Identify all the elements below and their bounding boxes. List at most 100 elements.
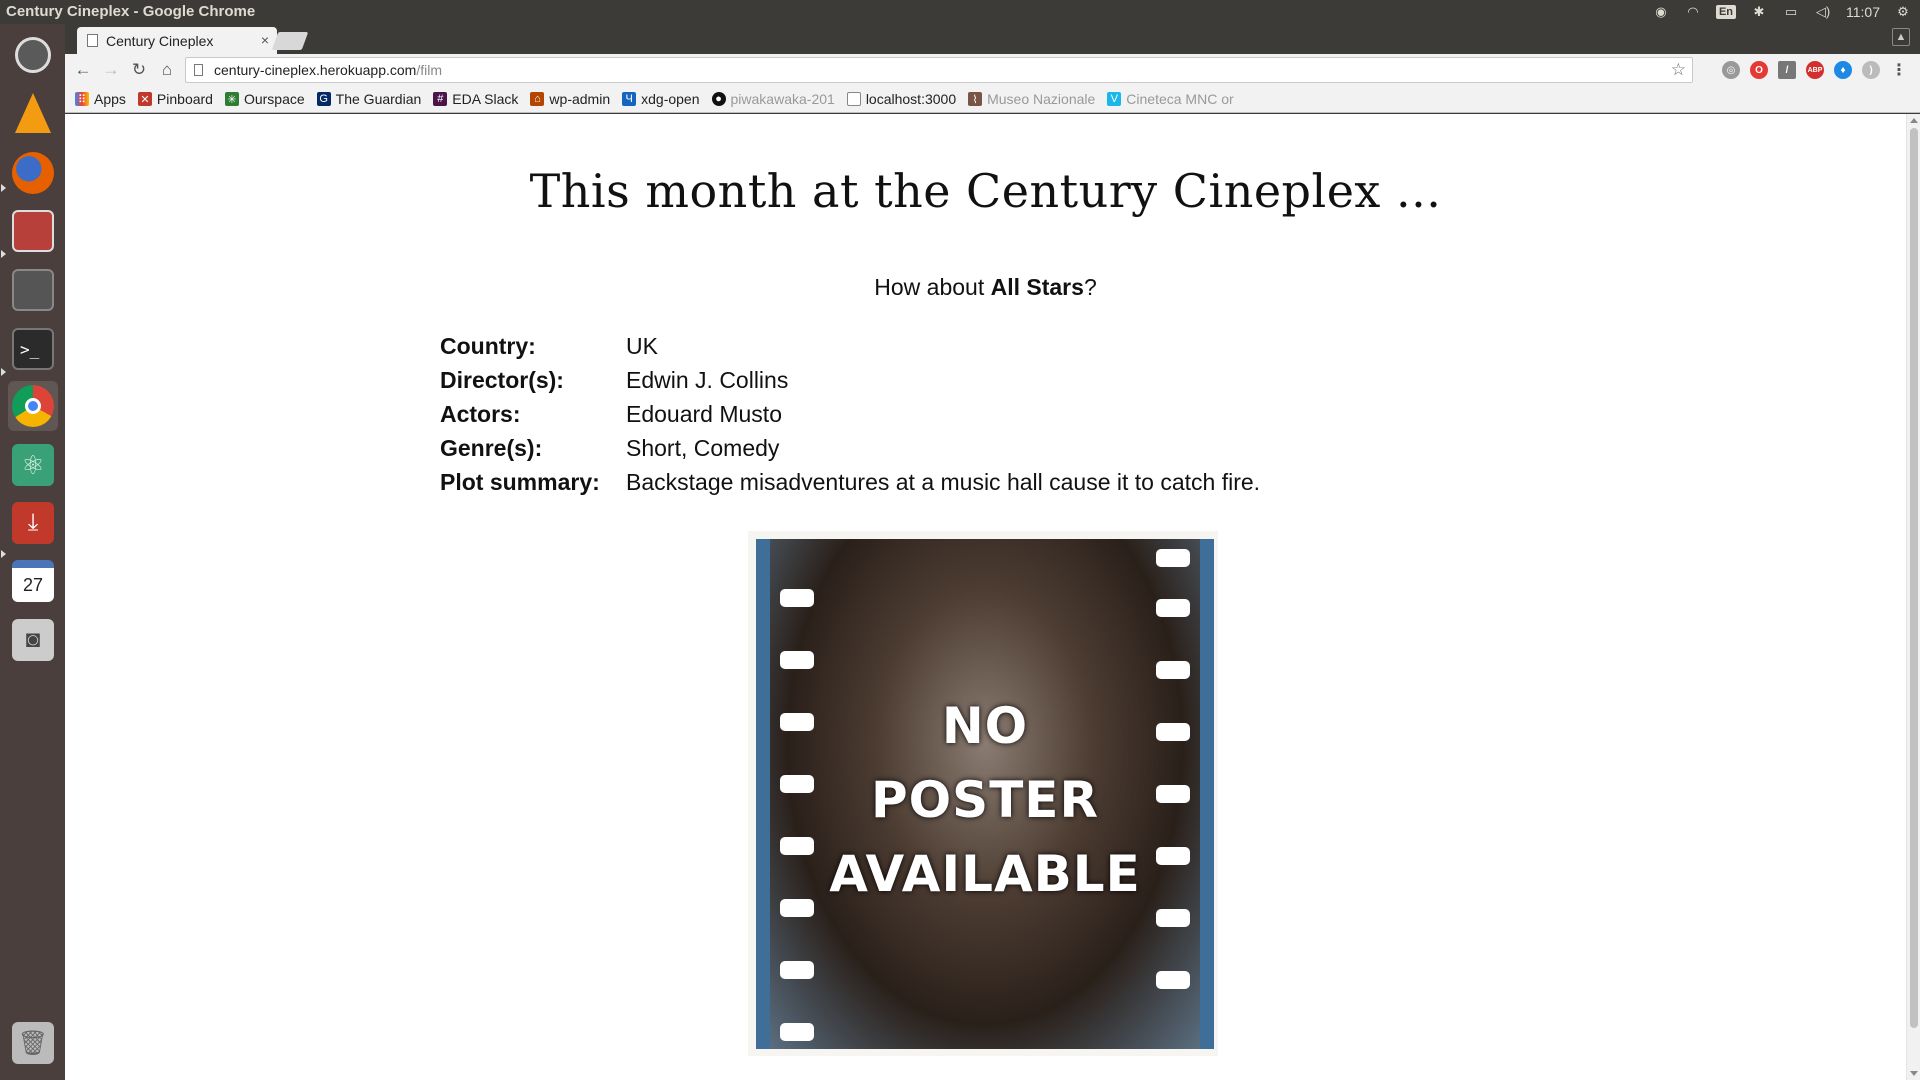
film-details: Country: UK Director(s): Edwin J. Collins … [440, 329, 1260, 499]
extension-gray-icon[interactable]: ◎ [1722, 61, 1740, 79]
wp-admin-icon: ⌂ [530, 92, 545, 106]
no-poster-text: NO POSTER AVAILABLE [770, 689, 1200, 911]
battery-icon[interactable]: ▭ [1782, 4, 1800, 20]
chrome-launcher[interactable] [8, 381, 58, 431]
bookmark-ourspace[interactable]: ✳ Ourspace [224, 91, 305, 107]
poster-line-2: POSTER [871, 771, 1099, 829]
bluetooth-icon[interactable]: ✱ [1750, 4, 1768, 20]
atom-icon: ⚛ [12, 444, 54, 486]
profile-icon[interactable]: ▲ [1892, 28, 1910, 46]
guardian-icon: G [316, 92, 331, 106]
film-strip-image: NO POSTER AVAILABLE [756, 539, 1214, 1049]
bookmark-wp-admin[interactable]: ⌂ wp-admin [530, 91, 610, 107]
firefox-launcher[interactable] [8, 148, 58, 198]
launcher: >_ ⚛ ⤓ 27 ◙ 🗑 [0, 24, 65, 1080]
vlc-icon [15, 93, 51, 133]
wifi-icon[interactable]: ◠ [1684, 4, 1702, 20]
bookmark-pinboard[interactable]: ✕ Pinboard [137, 91, 213, 107]
clock[interactable]: 11:07 [1846, 4, 1880, 20]
forward-button[interactable]: → [101, 60, 121, 80]
eyedropper-icon[interactable]: / [1778, 61, 1796, 79]
tab-strip: Century Cineplex × ▲ [65, 24, 1920, 54]
film-suggestion: How about All Stars? [65, 274, 1906, 301]
trash-icon: 🗑 [12, 1022, 54, 1064]
pinboard-icon: ✕ [137, 92, 152, 106]
trash-launcher[interactable]: 🗑 [8, 1018, 58, 1068]
detail-value: Backstage misadventures at a music hall … [626, 468, 1261, 495]
chrome-icon [12, 385, 54, 427]
chrome-tray-icon[interactable]: ◉ [1652, 4, 1670, 20]
system-tray: ◉ ◠ En ✱ ▭ ◁) 11:07 ⚙ [1652, 0, 1920, 24]
poster-line-1: NO [941, 697, 1029, 755]
detail-value: Edouard Musto [626, 400, 782, 427]
keyboard-layout-indicator[interactable]: En [1715, 5, 1736, 19]
home-button[interactable]: ⌂ [157, 60, 177, 80]
scroll-down-arrow-icon[interactable] [1910, 1071, 1918, 1076]
camera-launcher[interactable]: ◙ [8, 615, 58, 665]
bookmark-cineteca[interactable]: V Cineteca MNC or [1107, 91, 1234, 107]
calendar-launcher[interactable]: 27 [8, 556, 58, 606]
calculator-launcher[interactable] [8, 265, 58, 315]
tab-close-button[interactable]: × [261, 32, 269, 48]
film-title: All Stars [990, 274, 1084, 300]
extension-wave-icon[interactable]: ) [1862, 61, 1880, 79]
bookmark-the-guardian[interactable]: G The Guardian [316, 91, 421, 107]
bookmark-eda-slack[interactable]: # EDA Slack [433, 91, 518, 107]
extensions-area: ◎ O / ABP ♦ ) ⋮ [1722, 54, 1920, 86]
page-info-icon[interactable] [194, 64, 203, 76]
vimeo-icon: V [1107, 92, 1122, 106]
opera-icon[interactable]: O [1750, 61, 1768, 79]
scrollbar-thumb[interactable] [1910, 128, 1918, 1028]
bookmark-xdg-open[interactable]: Чxdg-open [622, 91, 700, 107]
ubuntu-dash-button[interactable] [8, 30, 58, 80]
apps-grid-icon: ⠿ [75, 92, 89, 106]
chrome-menu-icon[interactable]: ⋮ [1890, 61, 1908, 79]
terminal-launcher[interactable]: >_ [8, 324, 58, 374]
bookmark-piwakawaka[interactable]: ● piwakawaka-201 [711, 91, 835, 107]
detail-row-actors: Actors: Edouard Musto [440, 397, 1260, 431]
calendar-icon: 27 [12, 560, 54, 602]
volume-icon[interactable]: ◁) [1814, 4, 1832, 20]
back-button[interactable]: ← [73, 60, 93, 80]
tab-century-cineplex[interactable]: Century Cineplex × [77, 27, 277, 54]
bookmarks-bar: ⠿ Apps ✕ Pinboard ✳ Ourspace G The Guardian … [65, 86, 1920, 113]
files-launcher[interactable] [8, 206, 58, 256]
page-icon [846, 92, 861, 106]
reload-button[interactable]: ↻ [129, 60, 149, 80]
museo-icon: ⌇ [968, 92, 983, 106]
url-text[interactable]: century-cineplex.herokuapp.com/film [214, 62, 442, 78]
browser-toolbar: ← → ↻ ⌂ century-cineplex.herokuapp.com/f… [65, 54, 1920, 86]
bookmark-apps[interactable]: ⠿ Apps [75, 91, 126, 107]
detail-label: Director(s): [440, 366, 564, 393]
installer-launcher[interactable]: ⤓ [8, 498, 58, 548]
calculator-icon [12, 269, 54, 311]
xdg-open-icon: Ч [622, 92, 637, 106]
page-content: This month at the Century Cineplex ... H… [65, 114, 1906, 1080]
atom-launcher[interactable]: ⚛ [8, 440, 58, 490]
bookmark-museo-nazionale[interactable]: ⌇ Museo Nazionale [968, 91, 1095, 107]
camera-icon: ◙ [12, 619, 54, 661]
detail-label: Country: [440, 332, 536, 359]
page-scrollbar[interactable] [1906, 114, 1920, 1080]
adblock-icon[interactable]: ABP [1806, 61, 1824, 79]
gear-icon[interactable]: ⚙ [1894, 4, 1912, 20]
detail-value: Edwin J. Collins [626, 366, 789, 393]
github-icon: ● [711, 92, 726, 106]
url-path: /film [416, 62, 443, 78]
bookmark-localhost[interactable]: localhost:3000 [846, 91, 956, 107]
url-host: century-cineplex.herokuapp.com [214, 62, 417, 78]
window-title: Century Cineplex - Google Chrome [6, 3, 256, 20]
address-bar[interactable]: century-cineplex.herokuapp.com/film ☆ [185, 57, 1693, 83]
detail-value: UK [626, 332, 658, 359]
detail-label: Actors: [440, 400, 521, 427]
extension-blue-icon[interactable]: ♦ [1834, 61, 1852, 79]
new-tab-button[interactable] [271, 32, 309, 50]
vlc-launcher[interactable] [8, 88, 58, 138]
suggestion-suffix: ? [1083, 274, 1097, 300]
tab-title: Century Cineplex [106, 32, 214, 49]
bookmark-star-icon[interactable]: ☆ [1671, 60, 1686, 80]
page-icon [87, 34, 98, 47]
firefox-icon [12, 152, 54, 194]
film-poster: NO POSTER AVAILABLE [748, 531, 1218, 1056]
scroll-up-arrow-icon[interactable] [1910, 118, 1918, 123]
